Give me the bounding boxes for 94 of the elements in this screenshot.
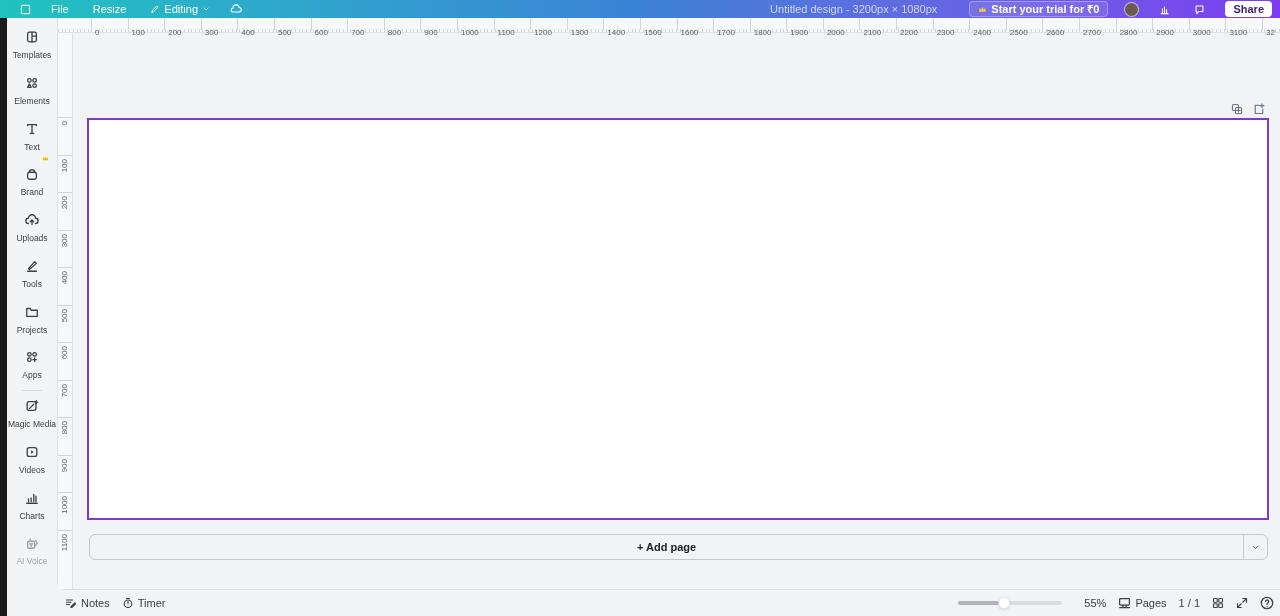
ruler-label: 100 bbox=[59, 158, 70, 172]
uploads-icon bbox=[25, 213, 39, 227]
ruler-label: 800 bbox=[59, 421, 70, 435]
ruler-label: 2500 bbox=[1009, 28, 1028, 37]
sidebar-item[interactable]: Apps bbox=[22, 350, 42, 382]
ruler-label: 900 bbox=[59, 458, 70, 472]
ruler-label: 0 bbox=[59, 121, 70, 126]
templates-icon bbox=[25, 30, 39, 44]
sidebar-item[interactable]: Videos bbox=[19, 444, 45, 477]
share-button[interactable]: Share bbox=[1225, 1, 1272, 17]
ruler-label: 1000 bbox=[460, 28, 479, 37]
comment-icon bbox=[1194, 3, 1206, 15]
ruler-label: 700 bbox=[59, 383, 70, 397]
crown-icon bbox=[42, 155, 50, 163]
zoom-reading: 55% bbox=[1084, 595, 1107, 611]
ruler-label: 1800 bbox=[753, 28, 772, 37]
ruler-label: 1500 bbox=[643, 28, 662, 37]
elements-icon bbox=[25, 75, 39, 90]
pages-icon bbox=[1118, 596, 1132, 610]
crown-icon bbox=[978, 4, 988, 14]
ruler-label: 1200 bbox=[534, 28, 552, 37]
grid-icon bbox=[1212, 597, 1224, 609]
ruler-label: 600 bbox=[314, 28, 328, 37]
ruler-label: 200 bbox=[59, 196, 70, 210]
ruler-label: 300 bbox=[204, 28, 219, 37]
ruler-label: 700 bbox=[351, 28, 365, 37]
trial-button[interactable]: Start your trial for ₹0 bbox=[969, 1, 1109, 17]
sidebar-item[interactable]: Charts bbox=[19, 490, 45, 523]
bar-chart-icon bbox=[1159, 3, 1171, 15]
add-page-icon bbox=[1253, 103, 1265, 115]
ruler-label: 1100 bbox=[497, 28, 515, 37]
videos-icon bbox=[25, 444, 39, 459]
timer-button[interactable]: Timer bbox=[121, 594, 166, 612]
ruler-label: 1700 bbox=[717, 28, 735, 37]
slider-thumb[interactable] bbox=[998, 597, 1011, 609]
ruler-label: 2600 bbox=[1046, 28, 1065, 37]
ruler-label: 3100 bbox=[1229, 28, 1248, 37]
ruler-label: 32 bbox=[1266, 28, 1275, 37]
ruler-label: 100 bbox=[131, 28, 145, 37]
ruler-label: 3000 bbox=[1192, 28, 1211, 37]
duplicate-icon bbox=[1231, 103, 1243, 115]
ruler-label: 1400 bbox=[607, 28, 626, 37]
timer-icon bbox=[121, 597, 134, 609]
ruler-label: 2900 bbox=[1156, 28, 1174, 37]
ruler-label: 500 bbox=[59, 308, 70, 322]
ruler-label: 1600 bbox=[680, 28, 699, 37]
ruler-label: 2800 bbox=[1119, 28, 1138, 37]
sidebar-item[interactable]: Magic Media bbox=[7, 399, 57, 431]
ruler-label: 1900 bbox=[790, 28, 809, 37]
grid-view-button[interactable] bbox=[1212, 597, 1224, 609]
cloud-icon bbox=[230, 3, 242, 15]
ruler-label: 2400 bbox=[973, 28, 992, 37]
ruler-label: 2300 bbox=[936, 28, 955, 37]
sidebar-item[interactable]: Elements bbox=[14, 75, 50, 108]
ruler-label: 500 bbox=[277, 28, 292, 37]
fullscreen-button[interactable] bbox=[1236, 597, 1248, 609]
ruler-label: 0 bbox=[95, 28, 100, 37]
caret-icon bbox=[202, 5, 210, 13]
pages-button[interactable]: Pages bbox=[1118, 594, 1167, 612]
ruler-label: 600 bbox=[59, 346, 70, 360]
ruler-label: 1100 bbox=[59, 533, 70, 551]
avatar[interactable] bbox=[1124, 1, 1140, 17]
ruler-label: 2100 bbox=[863, 28, 882, 37]
page-count: 1 / 1 bbox=[1178, 595, 1200, 611]
ruler-label: 2200 bbox=[900, 28, 918, 37]
ruler-label: 900 bbox=[424, 28, 438, 37]
ruler-label: 800 bbox=[387, 28, 402, 37]
sidebar-item[interactable]: Templates bbox=[12, 30, 52, 62]
sidebar-item[interactable]: Projects bbox=[16, 304, 48, 337]
sidebar-item[interactable]: Text bbox=[24, 121, 40, 154]
ruler-label: 300 bbox=[59, 233, 70, 247]
ruler-label: 2000 bbox=[826, 28, 845, 37]
sidebar-item[interactable]: Uploads bbox=[16, 213, 48, 245]
notes-button[interactable]: Notes bbox=[65, 594, 110, 612]
sidebar-item[interactable]: Tools bbox=[22, 258, 42, 291]
sidebar-item[interactable]: Brand bbox=[20, 167, 44, 199]
ruler-label: 400 bbox=[241, 28, 255, 37]
ruler-label: 400 bbox=[59, 271, 70, 285]
design-title: Untitled design - 3200px × 1080px bbox=[770, 1, 938, 17]
text-icon bbox=[25, 121, 39, 136]
pencil-icon bbox=[150, 4, 161, 14]
notes-icon bbox=[65, 597, 77, 609]
apps-icon bbox=[25, 350, 39, 365]
ruler-label: 2700 bbox=[1083, 28, 1101, 37]
expand-icon bbox=[1236, 597, 1248, 609]
voice-icon bbox=[25, 536, 39, 551]
home-icon bbox=[20, 3, 31, 15]
magic-icon bbox=[25, 399, 39, 413]
ruler-label: 200 bbox=[168, 28, 182, 37]
tools-icon bbox=[25, 258, 39, 273]
ruler-label: 1300 bbox=[570, 28, 589, 37]
help-icon bbox=[1260, 596, 1274, 610]
ruler-label: 1000 bbox=[59, 496, 70, 514]
help-button[interactable] bbox=[1260, 596, 1274, 610]
